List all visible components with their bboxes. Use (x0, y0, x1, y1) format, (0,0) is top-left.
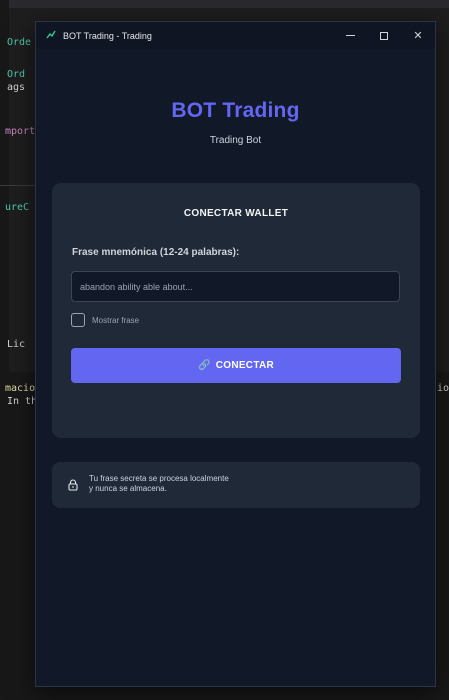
minimize-button[interactable] (333, 22, 367, 49)
editor-code-line: ags (7, 82, 26, 93)
app-title: BOT Trading (171, 99, 300, 122)
connect-wallet-card: CONECTAR WALLET Frase mnemónica (12-24 p… (52, 183, 420, 438)
editor-code-line: mport (5, 126, 36, 137)
maximize-icon (380, 31, 388, 40)
security-notice: Tu frase secreta se procesa localmente y… (52, 462, 420, 508)
window-title: BOT Trading - Trading (63, 30, 152, 41)
mnemonic-label: Frase mnemónica (12-24 palabras): (72, 247, 240, 258)
notice-line-1: Tu frase secreta se procesa localmente (89, 474, 229, 483)
minimize-icon (345, 35, 355, 36)
editor-code-line: io (437, 383, 449, 394)
chart-icon (45, 30, 57, 42)
card-title: CONECTAR WALLET (183, 208, 289, 219)
editor-code-line: macio (5, 383, 36, 394)
window-content: BOT Trading Trading Bot CONECTAR WALLET … (36, 49, 435, 687)
editor-code-line: Lic (7, 339, 26, 350)
window-controls: ✕ (333, 22, 435, 49)
show-phrase-label: Mostrar frase (92, 315, 140, 325)
title-bar[interactable]: BOT Trading - Trading ✕ (36, 22, 435, 49)
editor-code-line: ureC (5, 202, 30, 213)
maximize-button[interactable] (367, 22, 401, 49)
notice-text: Tu frase secreta se procesa localmente y… (89, 474, 229, 494)
app-subtitle: Trading Bot (209, 135, 262, 146)
lock-icon (68, 479, 78, 491)
link-icon: 🔗 (197, 360, 211, 371)
notice-line-2: y nunca se almacena. (89, 484, 167, 493)
show-phrase-toggle[interactable]: Mostrar frase (71, 313, 139, 327)
close-icon: ✕ (413, 30, 423, 42)
mnemonic-input[interactable] (71, 271, 400, 302)
close-button[interactable]: ✕ (401, 22, 435, 49)
app-window: BOT Trading - Trading ✕ BOT Trading Trad… (35, 21, 436, 687)
editor-code-line: Orde (7, 37, 32, 48)
connect-button-label: CONECTAR (215, 360, 275, 371)
editor-divider (0, 185, 40, 186)
editor-top-bar (0, 0, 449, 8)
editor-code-line: Ord (7, 69, 26, 80)
editor-code-line: In th (7, 396, 38, 407)
connect-button[interactable]: 🔗 CONECTAR (71, 348, 401, 383)
show-phrase-checkbox[interactable] (71, 313, 85, 327)
